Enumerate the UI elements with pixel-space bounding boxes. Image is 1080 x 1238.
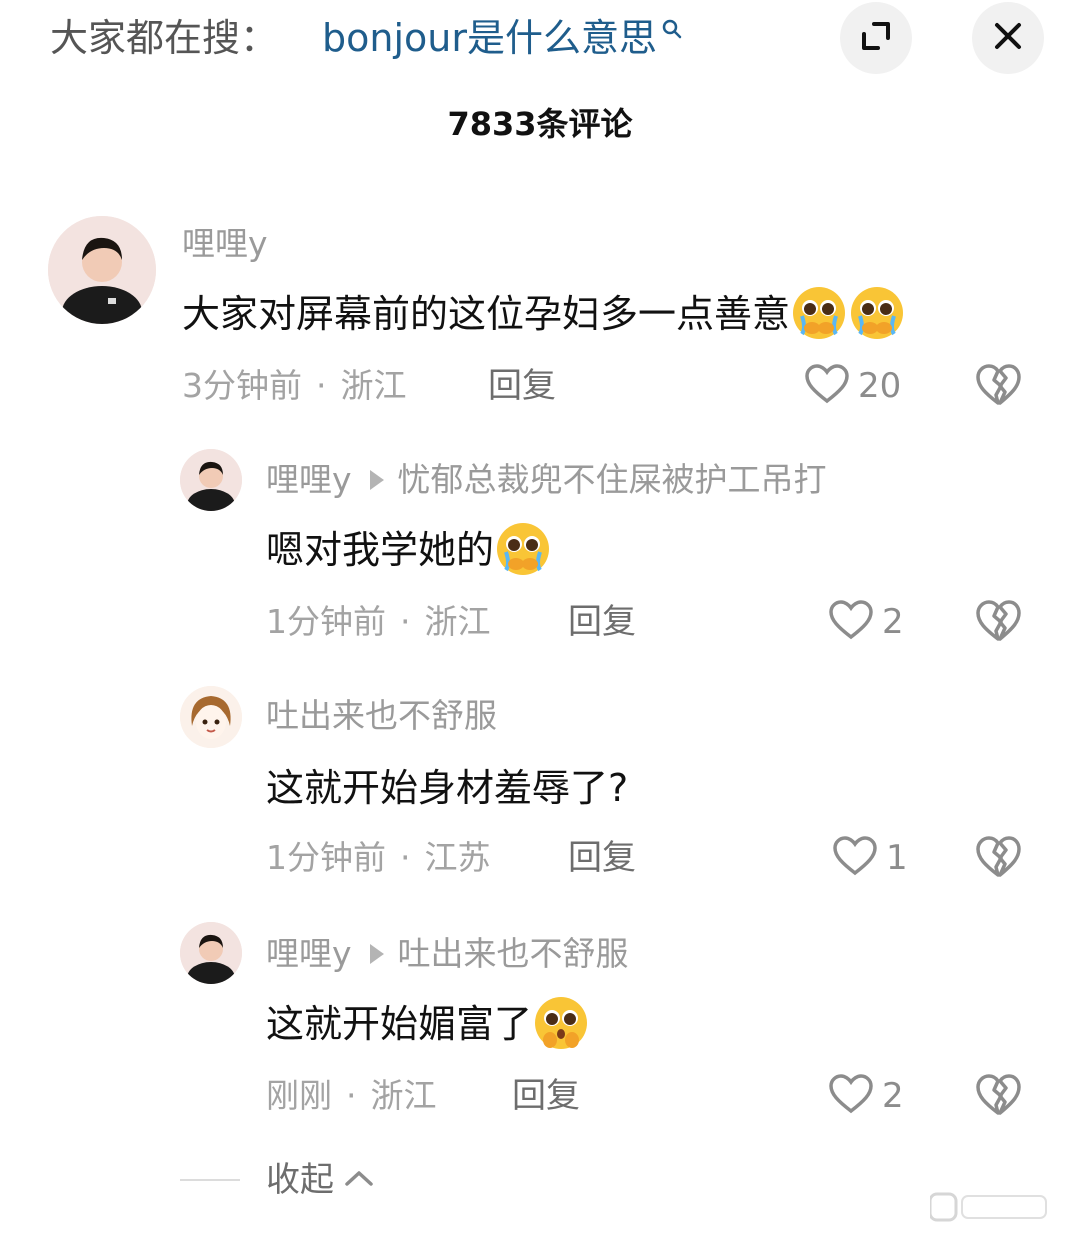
comment-text: 嗯对我学她的 <box>266 522 552 582</box>
search-suggestion-link[interactable]: bonjour是什么意思 <box>322 12 683 64</box>
dislike-button[interactable] <box>974 1072 1022 1120</box>
avatar[interactable] <box>48 216 156 324</box>
like-count: 2 <box>882 1076 904 1116</box>
like-button[interactable]: 1 <box>832 834 908 882</box>
crying-pleading-emoji <box>790 284 848 342</box>
close-icon <box>993 21 1023 55</box>
crying-pleading-emoji <box>494 520 552 578</box>
broken-heart-icon <box>974 836 1022 884</box>
comment-location: 浙江 <box>424 602 491 641</box>
collapse-divider <box>180 1179 240 1181</box>
like-count: 2 <box>882 602 904 642</box>
comment-text-body: 嗯对我学她的 <box>266 528 495 572</box>
reply-to-username[interactable]: 吐出来也不舒服 <box>398 934 629 973</box>
crying-pleading-emoji <box>848 284 906 342</box>
avatar[interactable] <box>180 922 242 984</box>
like-button[interactable]: 20 <box>804 362 901 410</box>
reply-username-row: 哩哩y 吐出来也不舒服 <box>266 932 629 976</box>
like-count: 1 <box>886 838 908 878</box>
comment-time: 1分钟前 <box>266 838 386 877</box>
search-suggestion-prefix: 大家都在搜： <box>50 16 279 60</box>
avatar[interactable] <box>180 686 242 748</box>
comment-time: 刚刚 <box>266 1076 332 1115</box>
close-button[interactable] <box>972 2 1044 74</box>
like-button[interactable]: 2 <box>828 1072 904 1120</box>
comment-meta: 1分钟前 · 江苏 <box>266 834 491 882</box>
expand-icon <box>858 18 894 58</box>
pleading-emoji <box>532 994 590 1052</box>
comments-panel: 大家都在搜： bonjour是什么意思 7833条评论 哩哩y 大家对屏幕前的这… <box>0 0 1080 1238</box>
comment-username[interactable]: 哩哩y <box>266 460 352 499</box>
comment-text: 大家对屏幕前的这位孕妇多一点善意 <box>182 286 906 346</box>
meta-separator: · <box>400 602 411 641</box>
comment-text-body: 这就开始媚富了 <box>266 1002 533 1046</box>
reply-button[interactable]: 回复 <box>488 362 556 410</box>
reply-button[interactable]: 回复 <box>568 834 636 882</box>
comment-text: 这就开始身材羞辱了? <box>266 766 629 810</box>
meta-separator: · <box>316 366 327 405</box>
meta-separator: · <box>400 838 411 877</box>
reply-button[interactable]: 回复 <box>512 1072 580 1120</box>
comment-meta: 刚刚 · 浙江 <box>266 1072 437 1120</box>
heart-icon <box>828 1073 874 1119</box>
reply-button[interactable]: 回复 <box>568 598 636 646</box>
comment-username[interactable]: 吐出来也不舒服 <box>266 694 497 738</box>
reply-to-username[interactable]: 忧郁总裁兜不住屎被护工吊打 <box>398 460 827 499</box>
comment-time: 3分钟前 <box>182 366 302 405</box>
comment-text: 这就开始媚富了 <box>266 996 590 1056</box>
heart-icon <box>804 363 850 409</box>
expand-button[interactable] <box>840 2 912 74</box>
search-suggestion-query[interactable]: bonjour是什么意思 <box>322 16 657 60</box>
heart-icon <box>828 599 874 645</box>
meta-separator: · <box>346 1076 357 1115</box>
comment-meta: 3分钟前 · 浙江 <box>182 362 407 410</box>
avatar[interactable] <box>180 449 242 511</box>
watermark-logo <box>928 1190 1050 1224</box>
search-icon <box>661 18 683 44</box>
comment-count-title: 7833条评论 <box>447 105 633 143</box>
comment-location: 江苏 <box>424 838 491 877</box>
like-button[interactable]: 2 <box>828 598 904 646</box>
chevron-up-icon <box>344 1168 374 1192</box>
broken-heart-icon <box>974 600 1022 648</box>
comment-username[interactable]: 哩哩y <box>266 934 352 973</box>
comment-location: 浙江 <box>340 366 407 405</box>
comment-text-body: 大家对屏幕前的这位孕妇多一点善意 <box>182 292 791 336</box>
reply-to-arrow-icon <box>369 943 384 964</box>
reply-to-arrow-icon <box>369 469 384 490</box>
dislike-button[interactable] <box>974 362 1022 410</box>
collapse-label: 收起 <box>266 1160 334 1200</box>
comment-username[interactable]: 哩哩y <box>182 222 268 266</box>
dislike-button[interactable] <box>974 834 1022 882</box>
top-bar: 大家都在搜： bonjour是什么意思 <box>0 0 1080 80</box>
collapse-replies-button[interactable]: 收起 <box>180 1156 374 1204</box>
heart-icon <box>832 835 878 881</box>
broken-heart-icon <box>974 364 1022 412</box>
broken-heart-icon <box>974 1074 1022 1122</box>
dislike-button[interactable] <box>974 598 1022 646</box>
comment-meta: 1分钟前 · 浙江 <box>266 598 491 646</box>
like-count: 20 <box>858 366 902 406</box>
reply-username-row: 哩哩y 忧郁总裁兜不住屎被护工吊打 <box>266 458 827 502</box>
comment-location: 浙江 <box>370 1076 437 1115</box>
comment-time: 1分钟前 <box>266 602 386 641</box>
